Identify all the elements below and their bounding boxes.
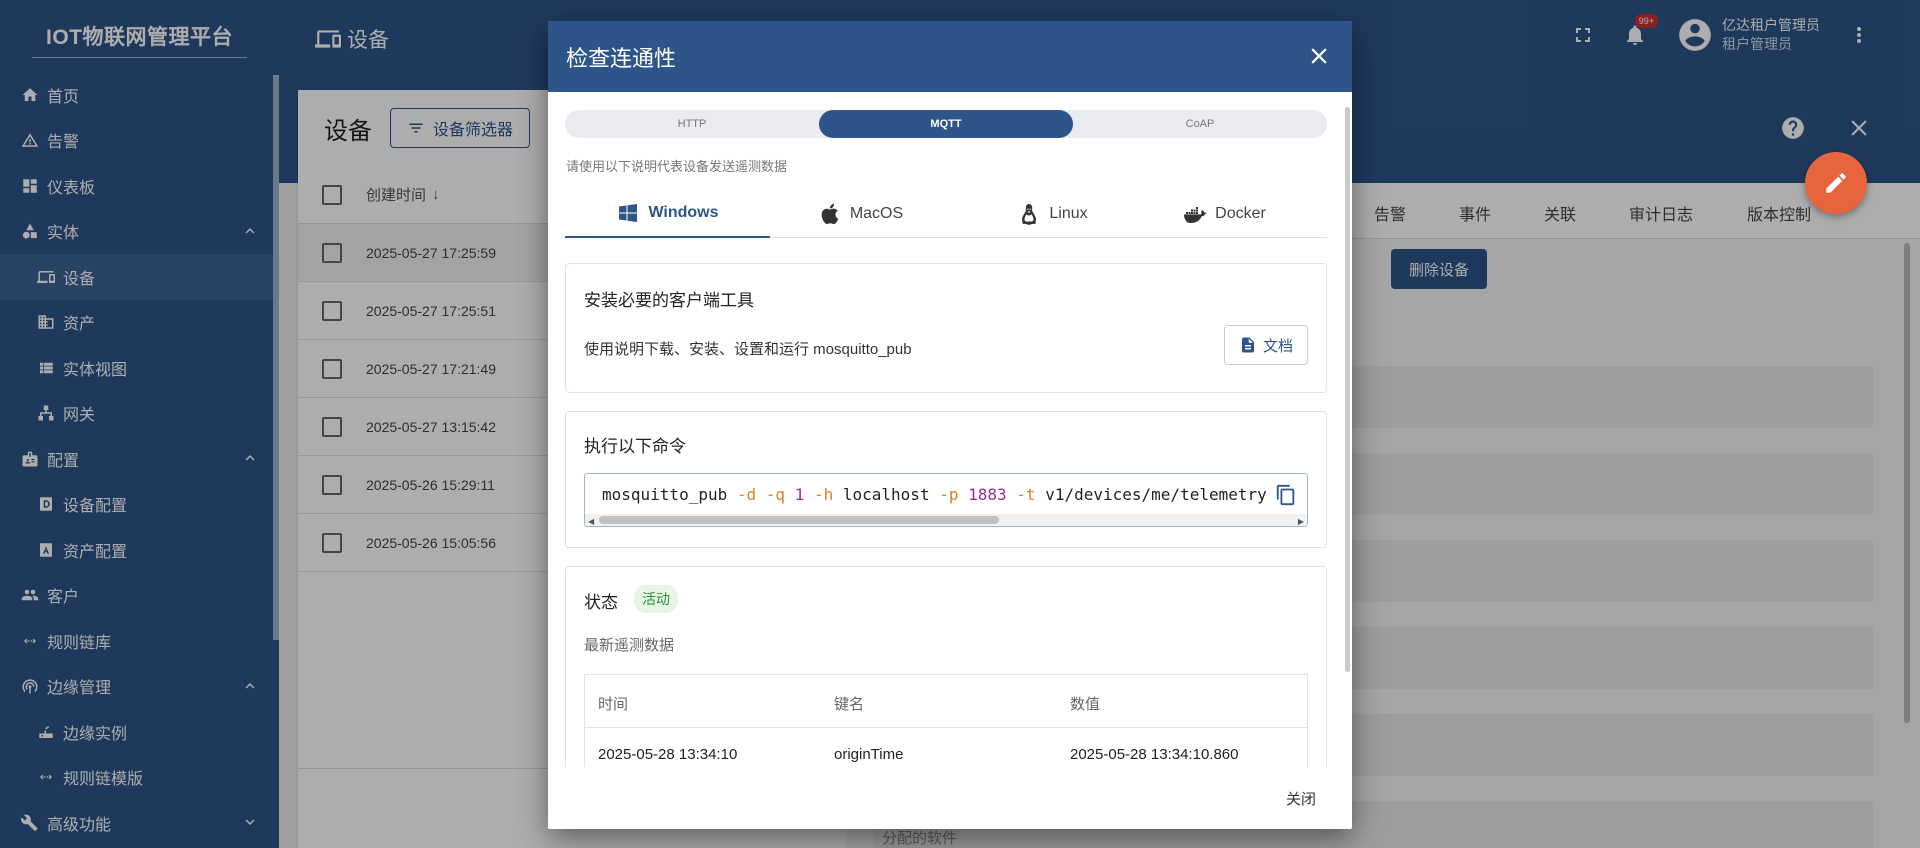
tab-macos-label: MacOS xyxy=(849,205,904,222)
tab-windows-label: Windows xyxy=(648,204,719,221)
document-icon xyxy=(1241,337,1254,353)
column-key: 键名 xyxy=(834,696,865,713)
column-time: 时间 xyxy=(598,696,629,713)
check-connectivity-dialog: 检查连通性 HTTP MQTT CoAP 请使用以下说明代表设备发送遥测数据 W… xyxy=(548,21,1352,829)
close-button[interactable]: 关闭 xyxy=(1286,788,1316,809)
latest-telemetry-label: 最新遥测数据 xyxy=(584,637,675,654)
dialog-header: 检查连通性 xyxy=(548,21,1352,92)
telemetry-table-header: 时间 键名 数值 xyxy=(585,675,1307,728)
command-number: 1 xyxy=(794,485,805,504)
edit-fab-button[interactable] xyxy=(1805,152,1867,214)
command-topic: v1/devices/me/telemetry xyxy=(1045,485,1267,504)
windows-icon xyxy=(619,204,638,222)
dialog-scrollbar[interactable] xyxy=(1345,107,1350,672)
dialog-title: 检查连通性 xyxy=(566,45,677,71)
code-horizontal-scrollbar[interactable]: ◀ ▶ xyxy=(585,514,1307,526)
telemetry-table: 时间 键名 数值 2025-05-28 13:34:10 originTime … xyxy=(584,674,1308,767)
protocol-toggle: HTTP MQTT CoAP xyxy=(565,110,1327,138)
execute-card-title: 执行以下命令 xyxy=(584,437,686,456)
command-host: localhost xyxy=(842,485,930,504)
column-value: 数值 xyxy=(1070,696,1101,713)
status-card: 状态 活动 最新遥测数据 时间 键名 数值 2025-05-28 13:34:1… xyxy=(565,566,1327,767)
protocol-coap[interactable]: CoAP xyxy=(1073,110,1327,138)
command-code-block[interactable]: mosquitto_pub -d -q 1 -h localhost -p 18… xyxy=(584,473,1308,527)
telemetry-time: 2025-05-28 13:34:10 xyxy=(598,746,738,763)
tab-macos[interactable]: MacOS xyxy=(758,190,963,238)
instructions-hint: 请使用以下说明代表设备发送遥测数据 xyxy=(566,159,788,174)
scroll-thumb[interactable] xyxy=(599,516,999,524)
tab-windows[interactable]: Windows xyxy=(565,190,770,238)
command-number: 1883 xyxy=(968,485,1007,504)
close-icon[interactable] xyxy=(1306,43,1332,69)
install-card-description: 使用说明下载、安装、设置和运行 mosquitto_pub xyxy=(584,341,912,358)
execute-command-card: 执行以下命令 mosquitto_pub -d -q 1 -h localhos… xyxy=(565,411,1327,548)
dialog-footer: 关闭 xyxy=(548,767,1352,829)
status-label: 状态 xyxy=(584,593,618,612)
edit-pencil-icon xyxy=(1826,173,1846,193)
status-badge: 活动 xyxy=(634,585,678,613)
command-flag: -q xyxy=(765,485,786,504)
scroll-right-icon[interactable]: ▶ xyxy=(1298,517,1304,526)
command-flag: -d xyxy=(736,485,757,504)
docker-icon xyxy=(1184,207,1207,223)
os-tabs: Windows MacOS Linux Docker xyxy=(565,190,1327,238)
apple-icon xyxy=(821,203,839,225)
tab-docker[interactable]: Docker xyxy=(1122,190,1327,238)
scroll-left-icon[interactable]: ◀ xyxy=(588,517,594,526)
protocol-mqtt[interactable]: MQTT xyxy=(819,110,1073,138)
command-flag: -p xyxy=(939,485,959,504)
linux-icon xyxy=(1022,204,1037,225)
protocol-http[interactable]: HTTP xyxy=(565,110,819,138)
command-binary: mosquitto_pub xyxy=(602,485,728,504)
install-client-card: 安装必要的客户端工具 使用说明下载、安装、设置和运行 mosquitto_pub… xyxy=(565,263,1327,393)
telemetry-value: 2025-05-28 13:34:10.860 xyxy=(1070,746,1239,763)
copy-icon[interactable] xyxy=(1275,484,1299,508)
install-card-title: 安装必要的客户端工具 xyxy=(584,291,754,310)
documentation-label: 文档 xyxy=(1262,337,1293,355)
tab-linux-label: Linux xyxy=(1049,205,1088,222)
dialog-body: HTTP MQTT CoAP 请使用以下说明代表设备发送遥测数据 Windows… xyxy=(548,92,1352,767)
command-flag: -h xyxy=(813,485,834,504)
telemetry-key: originTime xyxy=(834,746,904,763)
tab-docker-label: Docker xyxy=(1215,205,1266,222)
documentation-button[interactable]: 文档 xyxy=(1223,325,1308,365)
command-text: mosquitto_pub -d -q 1 -h localhost -p 18… xyxy=(602,485,1267,504)
table-row: 2025-05-28 13:34:10 originTime 2025-05-2… xyxy=(585,728,1307,767)
command-flag: -t xyxy=(1016,485,1036,504)
